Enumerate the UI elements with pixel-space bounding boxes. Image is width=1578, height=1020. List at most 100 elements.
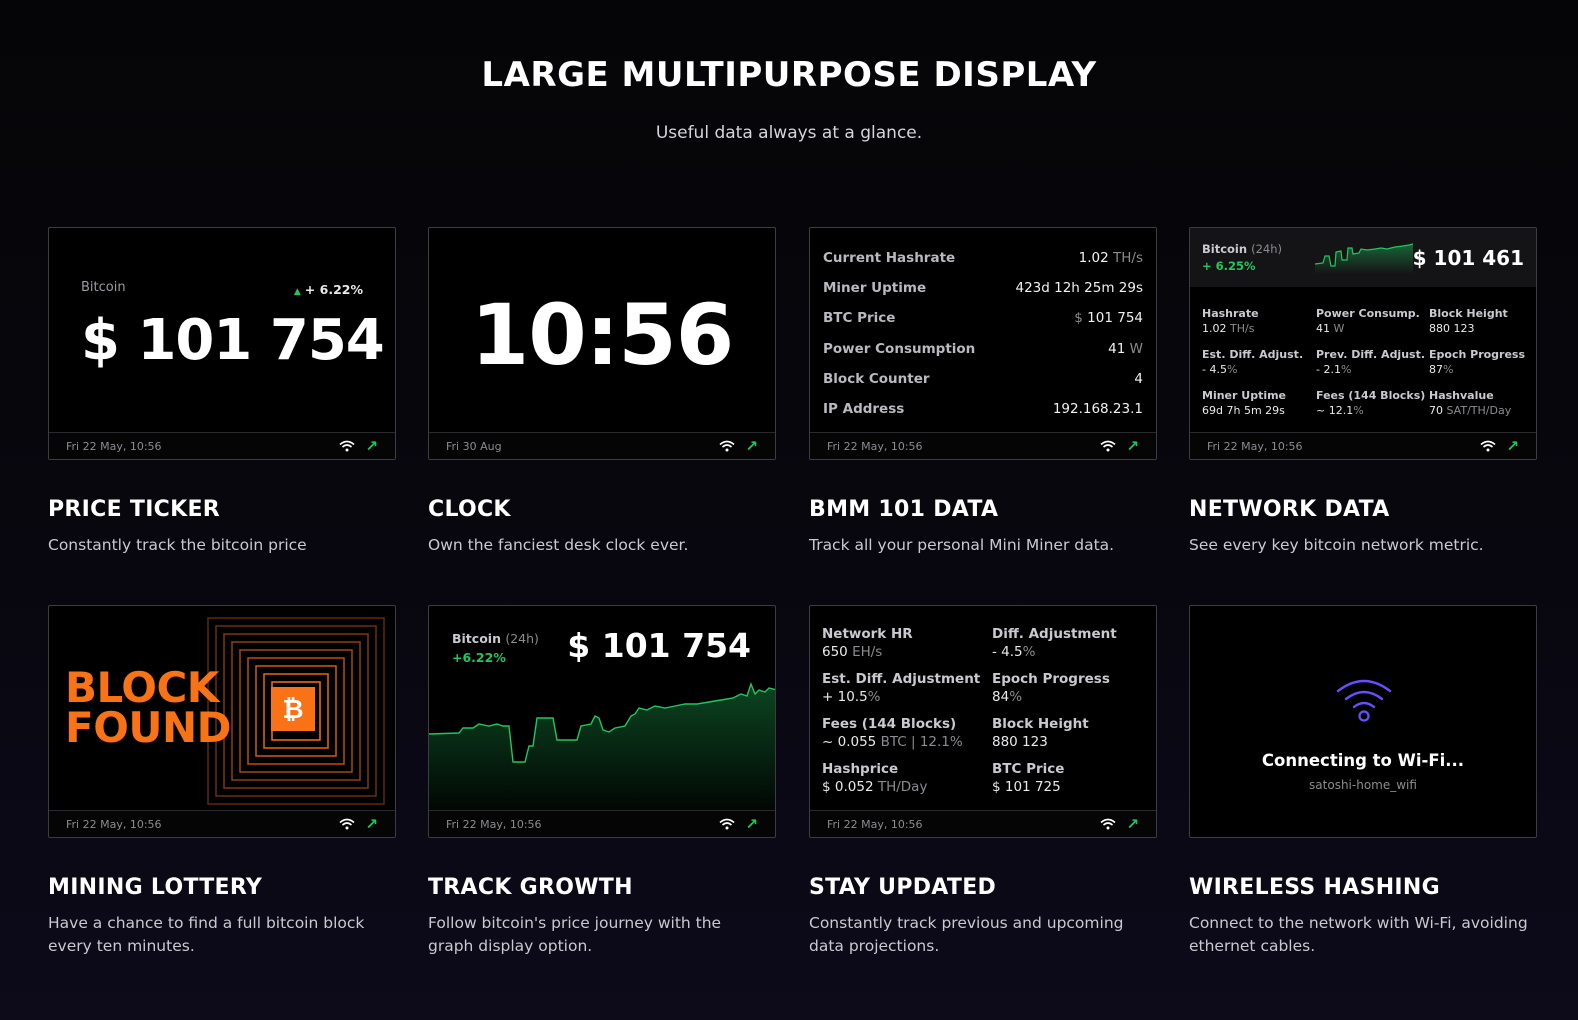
card-description: Track all your personal Mini Miner data. bbox=[809, 536, 1115, 554]
wifi-connecting-icon bbox=[1336, 679, 1392, 722]
footer-date: Fri 22 May, 10:56 bbox=[66, 817, 162, 831]
block-found-text: BLOCK FOUND bbox=[65, 663, 232, 752]
card-description: Connect to the network with Wi-Fi, avoid… bbox=[1189, 914, 1528, 955]
page-subtitle: Useful data always at a glance. bbox=[655, 123, 923, 143]
wifi-icon bbox=[1100, 818, 1116, 830]
display-screen: ₿ BLOCK FOUND Fri 22 May, 10:56 ↗ bbox=[48, 605, 396, 838]
display-screen: Connecting to Wi-Fi... satoshi-home_wifi bbox=[1189, 605, 1537, 838]
metric-epoch: Epoch Progress 87% bbox=[1429, 348, 1526, 376]
card-clock: 10:56 Fri 30 Aug ↗ CLOCK Own the fancies… bbox=[428, 227, 776, 557]
btc-price: $ 101 754 bbox=[81, 308, 385, 373]
screen-footer: Fri 22 May, 10:56 ↗ bbox=[1190, 432, 1536, 459]
wifi-ssid: satoshi-home_wifi bbox=[1309, 778, 1417, 792]
footer-date: Fri 30 Aug bbox=[446, 439, 502, 453]
bitcoin-icon: ₿ bbox=[271, 687, 315, 731]
metric-epoch-progress: Epoch Progress 84% bbox=[992, 671, 1110, 705]
wifi-status: Connecting to Wi-Fi... bbox=[1261, 751, 1465, 770]
card-network-data: Bitcoin (24h) + 6.25% $ 101 461 Hashrate… bbox=[1189, 227, 1537, 557]
price-change: ▲ + 6.22% bbox=[293, 282, 363, 297]
bmm-row: Block Counter 4 bbox=[823, 371, 1143, 387]
display-screen: Current Hashrate 1.02 TH/s Miner Uptime 42… bbox=[809, 227, 1157, 460]
metric-fees: Fees (144 Blocks) ~ 0.055 BTC | 12.1% bbox=[822, 716, 963, 750]
metric-block-height: Block Height 880 123 bbox=[1429, 307, 1508, 335]
footer-date: Fri 22 May, 10:56 bbox=[446, 817, 542, 831]
price-change: + 6.25% bbox=[1202, 259, 1256, 273]
display-screen: Network HR 650 EH/s Diff. Adjustment - 4.5… bbox=[809, 605, 1157, 838]
bmm-row: Current Hashrate 1.02 TH/s bbox=[823, 250, 1143, 266]
trend-up-arrow-icon: ↗ bbox=[1506, 436, 1519, 455]
wifi-icon bbox=[1100, 440, 1116, 452]
card-track-growth: Bitcoin (24h) +6.22% $ 101 754 Fri 22 Ma… bbox=[428, 605, 776, 958]
screen-footer: Fri 22 May, 10:56 ↗ bbox=[810, 810, 1156, 837]
display-screen: 10:56 Fri 30 Aug ↗ bbox=[428, 227, 776, 460]
card-title: PRICE TICKER bbox=[48, 497, 221, 522]
wifi-icon bbox=[719, 440, 735, 452]
trend-up-arrow-icon: ↗ bbox=[745, 814, 758, 833]
svg-text:₿: ₿ bbox=[282, 695, 303, 725]
metric-btc-price: BTC Price $ 101 725 bbox=[992, 761, 1065, 795]
bmm-row: Miner Uptime 423d 12h 25m 29s bbox=[823, 280, 1143, 296]
footer-date: Fri 22 May, 10:56 bbox=[66, 439, 162, 453]
wifi-icon bbox=[719, 818, 735, 830]
screen-footer: Fri 22 May, 10:56 ↗ bbox=[49, 432, 395, 459]
card-stay-updated: Network HR 650 EH/s Diff. Adjustment - 4.5… bbox=[809, 605, 1157, 958]
clock-time: 10:56 bbox=[470, 286, 734, 384]
asset-label: Bitcoin bbox=[81, 280, 126, 295]
btc-price: $ 101 754 bbox=[567, 626, 751, 665]
card-title: CLOCK bbox=[428, 497, 511, 522]
card-title: MINING LOTTERY bbox=[48, 875, 263, 900]
card-mining-lottery: ₿ BLOCK FOUND Fri 22 May, 10:56 ↗ MINING … bbox=[48, 605, 396, 958]
asset-label: Bitcoin (24h) bbox=[452, 631, 539, 646]
display-screen: Bitcoin (24h) +6.22% $ 101 754 Fri 22 Ma… bbox=[428, 605, 776, 838]
card-description: See every key bitcoin network metric. bbox=[1189, 536, 1484, 554]
sparkline-chart bbox=[1315, 243, 1413, 274]
price-chart bbox=[429, 681, 775, 812]
footer-date: Fri 22 May, 10:56 bbox=[827, 817, 923, 831]
metric-prev-diff: Prev. Diff. Adjust. - 2.1% bbox=[1316, 348, 1426, 376]
bmm-row: BTC Price $ 101 754 bbox=[823, 310, 1143, 326]
card-title: BMM 101 DATA bbox=[809, 497, 999, 522]
card-title: WIRELESS HASHING bbox=[1189, 875, 1440, 900]
metric-block-height: Block Height 880 123 bbox=[992, 716, 1089, 750]
card-title: NETWORK DATA bbox=[1189, 497, 1390, 522]
metric-est-diff-adjustment: Est. Diff. Adjustment + 10.5% bbox=[822, 671, 981, 705]
screen-footer: Fri 30 Aug ↗ bbox=[429, 432, 775, 459]
asset-label: Bitcoin (24h) bbox=[1202, 242, 1282, 256]
metric-power: Power Consump. 41 W bbox=[1316, 307, 1420, 335]
footer-date: Fri 22 May, 10:56 bbox=[827, 439, 923, 453]
card-description: Own the fanciest desk clock ever. bbox=[428, 536, 689, 554]
trend-up-arrow-icon: ↗ bbox=[1126, 436, 1139, 455]
card-description: Constantly track the bitcoin price bbox=[48, 536, 307, 554]
footer-date: Fri 22 May, 10:56 bbox=[1207, 439, 1303, 453]
trend-up-arrow-icon: ↗ bbox=[365, 814, 378, 833]
metric-hashrate: Hashrate 1.02 TH/s bbox=[1202, 307, 1259, 335]
btc-price: $ 101 461 bbox=[1412, 246, 1524, 270]
wifi-icon bbox=[1480, 440, 1496, 452]
page-title: LARGE MULTIPURPOSE DISPLAY bbox=[481, 55, 1097, 95]
screen-footer: Fri 22 May, 10:56 ↗ bbox=[49, 810, 395, 837]
trend-up-arrow-icon: ↗ bbox=[365, 436, 378, 455]
screen-footer: Fri 22 May, 10:56 ↗ bbox=[810, 432, 1156, 459]
metric-hashprice: Hashprice $ 0.052 TH/Day bbox=[822, 761, 928, 795]
card-title: STAY UPDATED bbox=[809, 875, 997, 900]
trend-up-arrow-icon: ↗ bbox=[745, 436, 758, 455]
metric-diff-adjustment: Diff. Adjustment - 4.5% bbox=[992, 626, 1117, 660]
network-header: Bitcoin (24h) + 6.25% $ 101 461 bbox=[1190, 228, 1536, 287]
price-change: +6.22% bbox=[452, 650, 506, 665]
card-bmm-data: Current Hashrate 1.02 TH/s Miner Uptime 42… bbox=[809, 227, 1157, 557]
metric-fees: Fees (144 Blocks) ~ 12.1% bbox=[1316, 389, 1426, 417]
metric-hashvalue: Hashvalue 70 SAT/TH/Day bbox=[1429, 389, 1512, 417]
bmm-row: Power Consumption 41 W bbox=[823, 341, 1143, 357]
wifi-icon bbox=[339, 818, 355, 830]
metric-uptime: Miner Uptime 69d 7h 5m 29s bbox=[1202, 389, 1287, 417]
card-title: TRACK GROWTH bbox=[428, 875, 633, 900]
display-screen: Bitcoin ▲ + 6.22% $ 101 754 Fri 22 May, 1… bbox=[48, 227, 396, 460]
screen-footer: Fri 22 May, 10:56 ↗ bbox=[429, 810, 775, 837]
card-description: Follow bitcoin's price journey with the … bbox=[428, 914, 722, 955]
card-description: Have a chance to find a full bitcoin blo… bbox=[48, 914, 365, 955]
trend-up-arrow-icon: ↗ bbox=[1126, 814, 1139, 833]
card-wireless-hashing: Connecting to Wi-Fi... satoshi-home_wifi… bbox=[1189, 605, 1537, 958]
up-triangle-icon: ▲ bbox=[293, 287, 301, 297]
bmm-row: IP Address 192.168.23.1 bbox=[823, 401, 1143, 417]
metric-network-hr: Network HR 650 EH/s bbox=[822, 626, 913, 660]
